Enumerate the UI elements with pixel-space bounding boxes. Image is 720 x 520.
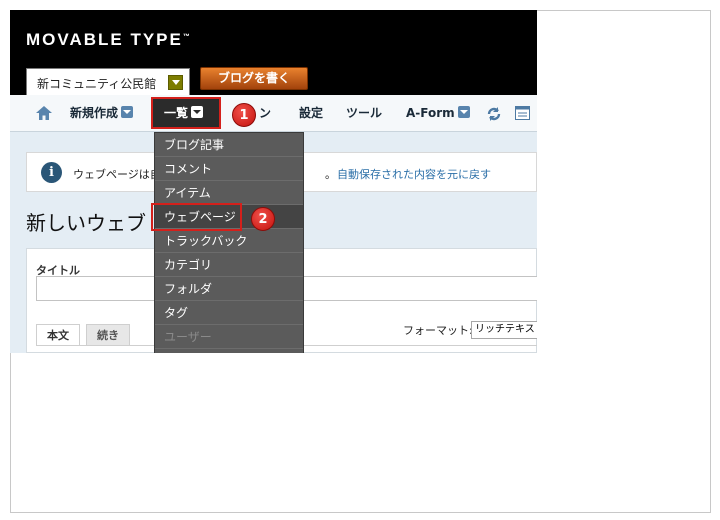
- restore-autosave-link[interactable]: 自動保存された内容を元に戻す: [337, 166, 491, 182]
- menu-item-trackbacks[interactable]: トラックバック: [155, 229, 303, 253]
- blog-selector-label: 新コミュニティ公民館: [37, 77, 157, 91]
- message-text-end: 。: [325, 168, 336, 181]
- tab-body[interactable]: 本文: [36, 324, 80, 346]
- nav-item-new[interactable]: 新規作成: [70, 95, 134, 131]
- list-dropdown-menu: ブログ記事 コメント アイテム ウェブページ トラックバック カテゴリ フォルダ…: [154, 132, 304, 353]
- nav-item-label: 新規作成: [70, 106, 119, 120]
- nav-item-label: 一覧: [164, 106, 189, 120]
- chevron-down-icon[interactable]: [168, 75, 183, 90]
- nav-item-label: A-Form: [406, 106, 455, 120]
- menu-item-entries[interactable]: ブログ記事: [155, 133, 303, 157]
- menu-item-categories[interactable]: カテゴリ: [155, 253, 303, 277]
- nav-item-list[interactable]: 一覧: [151, 97, 221, 129]
- write-blog-button[interactable]: ブログを書く: [200, 67, 308, 90]
- logo-text: MOVABLE TYPE: [26, 30, 183, 49]
- nav-item-design[interactable]: ン: [259, 95, 271, 131]
- menu-item-folders[interactable]: フォルダ: [155, 277, 303, 301]
- menu-item-comments[interactable]: コメント: [155, 157, 303, 181]
- nav-item-settings[interactable]: 設定: [299, 95, 323, 131]
- chevron-down-icon: [191, 106, 204, 118]
- nav-item-label: ン: [259, 106, 272, 120]
- format-label: フォーマット:: [403, 324, 473, 337]
- chevron-down-icon: [457, 106, 470, 118]
- header-bar: MOVABLE TYPE™ 新コミュニティ公民館 ブログを書く: [10, 10, 537, 95]
- menu-item-users: ユーザー: [155, 325, 303, 349]
- logo-tm: ™: [182, 33, 190, 41]
- callout-1: 1: [232, 103, 256, 127]
- tab-extended[interactable]: 続き: [86, 324, 130, 346]
- refresh-icon[interactable]: [486, 106, 502, 122]
- nav-item-aform[interactable]: A-Form: [406, 95, 470, 131]
- webpage-highlight-box: [151, 203, 242, 231]
- chevron-down-icon: [121, 106, 134, 118]
- callout-2: 2: [251, 207, 275, 231]
- app-window: MOVABLE TYPE™ 新コミュニティ公民館 ブログを書く 新規作成 ン 設…: [10, 10, 537, 353]
- menu-item-tags[interactable]: タグ: [155, 301, 303, 325]
- nav-item-label: ツール: [346, 106, 383, 120]
- page-title: 新しいウェブ: [26, 211, 146, 235]
- app-logo[interactable]: MOVABLE TYPE™: [26, 30, 190, 50]
- home-icon[interactable]: [36, 106, 52, 120]
- message-text: ウェブページは自: [73, 168, 161, 181]
- menu-item-assets[interactable]: アイテム: [155, 181, 303, 205]
- nav-item-tools[interactable]: ツール: [346, 95, 382, 131]
- view-site-icon[interactable]: [515, 106, 530, 120]
- blog-selector[interactable]: 新コミュニティ公民館: [26, 68, 190, 95]
- info-icon: i: [41, 162, 62, 183]
- format-select[interactable]: リッチテキスト: [471, 321, 537, 339]
- main-nav: 新規作成 ン 設定 ツール A-Form: [10, 95, 537, 132]
- nav-item-label: 設定: [299, 106, 324, 120]
